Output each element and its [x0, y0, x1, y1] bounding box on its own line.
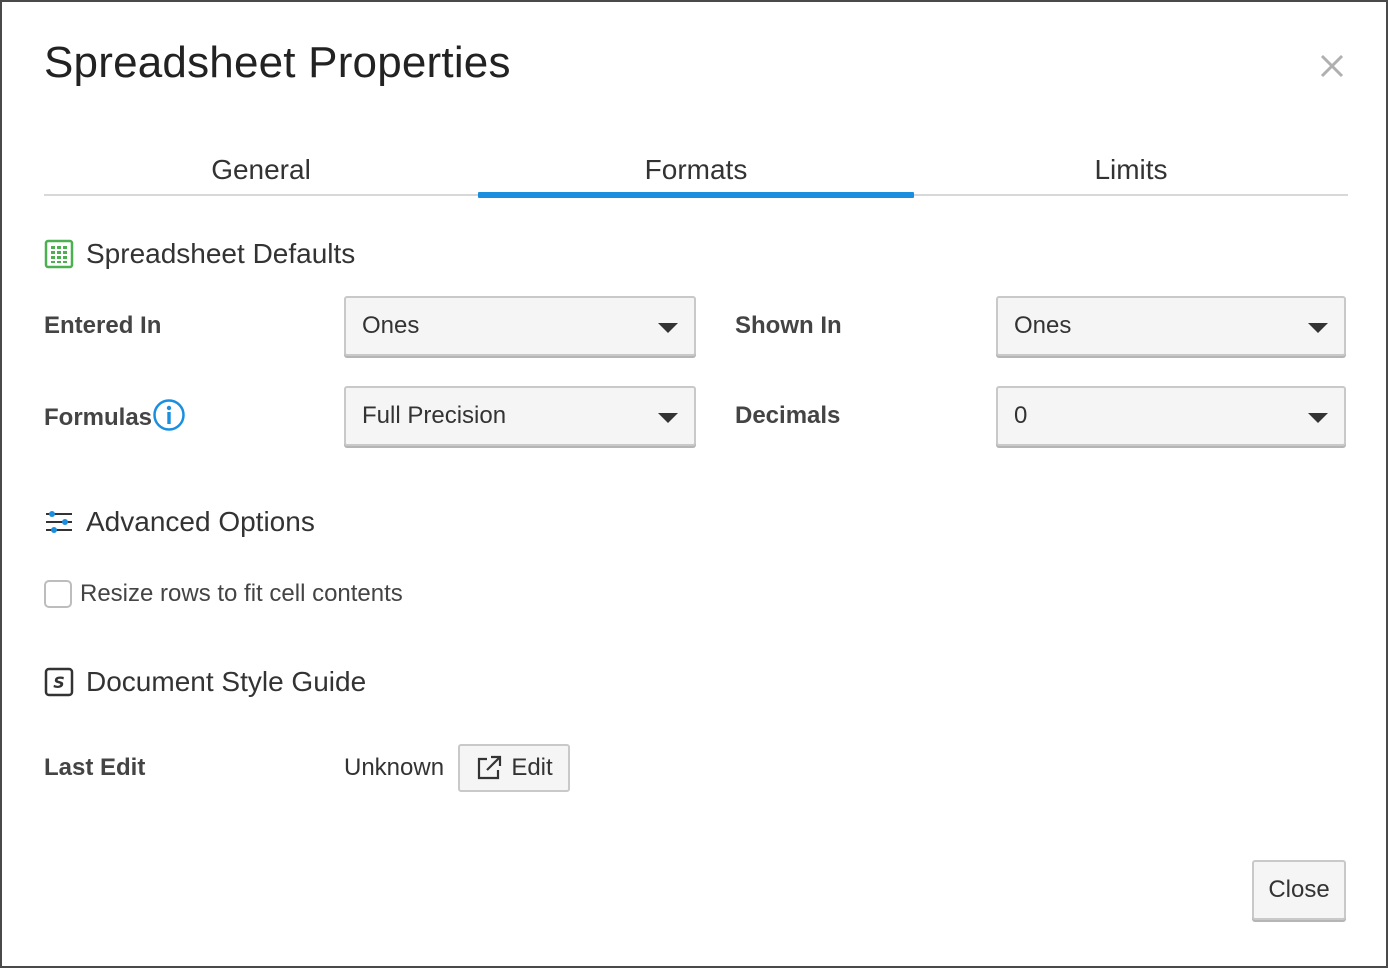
svg-text:S: S: [53, 673, 65, 692]
section-title: Advanced Options: [86, 506, 315, 537]
tab-general[interactable]: General: [44, 148, 478, 194]
formulas-value: Full Precision: [362, 402, 507, 429]
tab-bar: General Formats Limits: [44, 148, 1348, 198]
chevron-down-icon: [1308, 323, 1328, 333]
section-title: Spreadsheet Defaults: [86, 238, 356, 269]
tab-limits[interactable]: Limits: [914, 148, 1348, 194]
formulas-select[interactable]: Full Precision: [344, 386, 696, 446]
edit-button[interactable]: Edit: [458, 744, 570, 792]
advanced-options-header: Advanced Options: [44, 506, 315, 538]
shown-in-value: Ones: [1014, 312, 1072, 339]
decimals-select[interactable]: 0: [996, 386, 1346, 446]
resize-rows-checkbox[interactable]: [44, 580, 72, 608]
entered-in-label: Entered In: [44, 312, 162, 339]
resize-rows-option[interactable]: Resize rows to fit cell contents: [44, 580, 403, 608]
resize-rows-label: Resize rows to fit cell contents: [80, 580, 403, 607]
spreadsheet-icon: [44, 239, 74, 269]
formulas-label: Formulas: [44, 404, 153, 431]
decimals-label: Decimals: [735, 402, 841, 429]
style-guide-icon: S: [44, 667, 74, 697]
close-icon[interactable]: [1314, 48, 1350, 84]
shown-in-select[interactable]: Ones: [996, 296, 1346, 356]
chevron-down-icon: [1308, 413, 1328, 423]
dialog-title: Spreadsheet Properties: [44, 38, 511, 87]
shown-in-label: Shown In: [735, 312, 842, 339]
last-edit-label: Last Edit: [44, 754, 146, 781]
chevron-down-icon: [658, 323, 678, 333]
external-link-icon: [475, 754, 503, 782]
decimals-value: 0: [1014, 402, 1028, 429]
last-edit-value: Unknown: [344, 754, 445, 781]
spreadsheet-defaults-header: Spreadsheet Defaults: [44, 238, 355, 270]
info-icon[interactable]: [152, 398, 186, 432]
chevron-down-icon: [658, 413, 678, 423]
edit-button-label: Edit: [511, 754, 553, 781]
tab-formats[interactable]: Formats: [478, 148, 914, 198]
sliders-icon: [44, 507, 74, 537]
entered-in-select[interactable]: Ones: [344, 296, 696, 356]
spreadsheet-properties-dialog: Spreadsheet Properties General Formats L…: [0, 0, 1388, 968]
style-guide-header: S Document Style Guide: [44, 666, 366, 698]
entered-in-value: Ones: [362, 312, 420, 339]
close-button[interactable]: Close: [1252, 860, 1346, 920]
section-title: Document Style Guide: [86, 666, 367, 697]
close-button-label: Close: [1268, 876, 1330, 903]
